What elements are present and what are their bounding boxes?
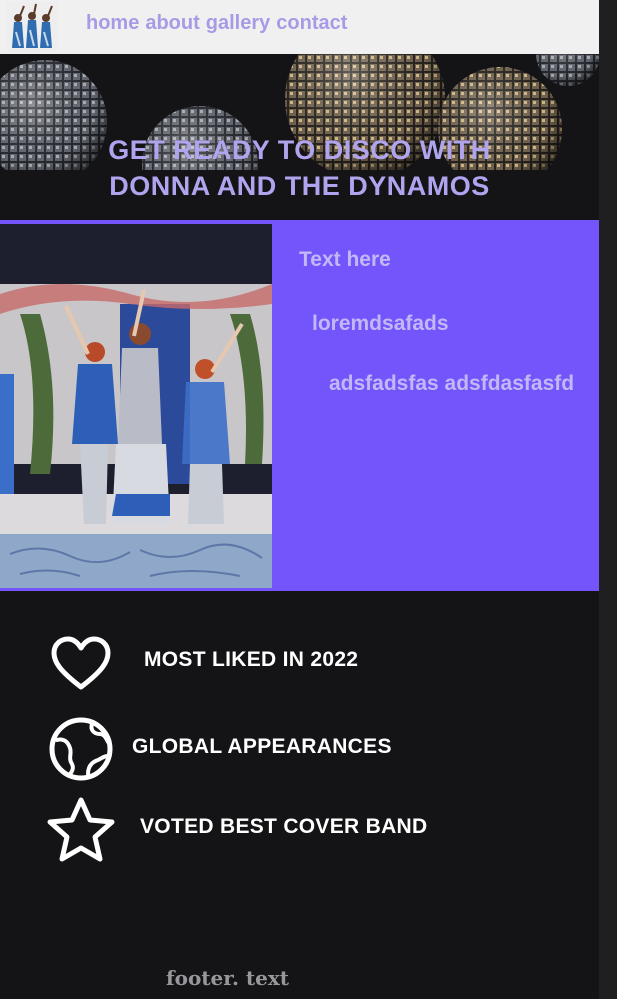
scrollbar-track[interactable] — [599, 0, 617, 999]
page: home about gallery contact GET READY TO … — [0, 0, 599, 999]
nav-link-about[interactable]: about — [145, 12, 199, 34]
feature-line-2: adsfadsfas adsfdasfasfd — [329, 372, 575, 395]
accolade-label-3: VOTED BEST COVER BAND — [140, 815, 428, 838]
accolade-label-1: MOST LIKED IN 2022 — [144, 648, 359, 671]
feature-line-1: loremdsafads — [312, 312, 449, 335]
nav-link-gallery[interactable]: gallery — [206, 12, 270, 34]
nav-link-contact[interactable]: contact — [276, 12, 347, 34]
accolade-label-2: GLOBAL APPEARANCES — [132, 735, 392, 758]
accolades-section: MOST LIKED IN 2022 GLOBAL APPEARANCES VO… — [0, 591, 599, 921]
feature-heading: Text here — [299, 248, 391, 271]
hero-title: GET READY TO DISCO WITH DONNA AND THE DY… — [0, 132, 599, 204]
star-icon — [47, 797, 115, 862]
hero-title-line-1: GET READY TO DISCO WITH — [108, 135, 491, 165]
hero-title-line-2: DONNA AND THE DYNAMOS — [109, 171, 490, 201]
top-nav: home about gallery contact — [0, 0, 599, 54]
nav-links: home about gallery contact — [86, 12, 353, 35]
heart-icon — [51, 636, 111, 690]
feature-section: Text here loremdsafads adsfadsfas adsfda… — [0, 220, 599, 591]
footer-text: footer. text — [166, 966, 289, 990]
band-photo — [0, 224, 272, 588]
globe-icon — [49, 717, 113, 781]
nav-link-home[interactable]: home — [86, 12, 139, 34]
band-logo[interactable] — [6, 2, 58, 52]
hero-banner: GET READY TO DISCO WITH DONNA AND THE DY… — [0, 54, 599, 220]
